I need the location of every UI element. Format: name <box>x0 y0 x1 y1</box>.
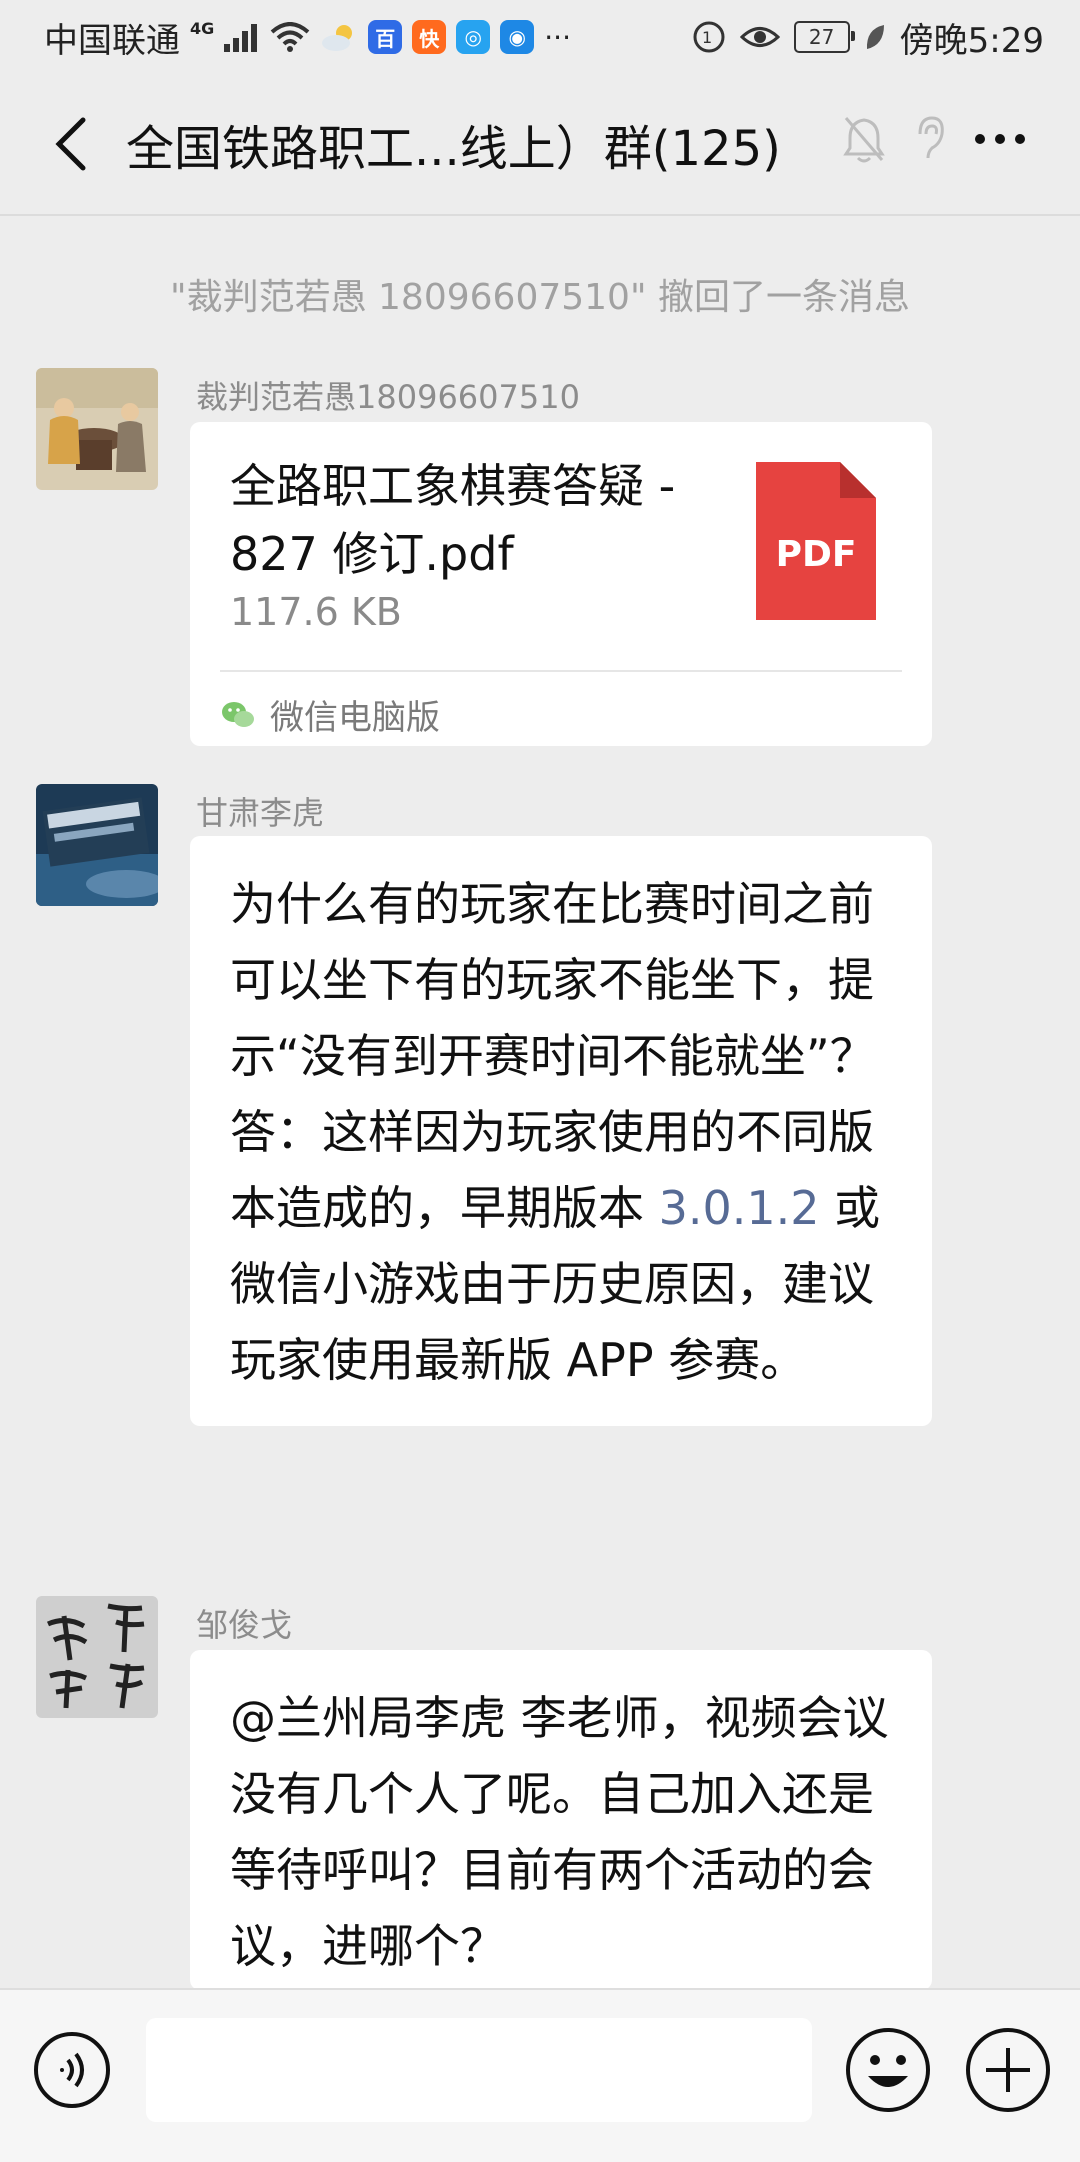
signal-icon <box>224 24 258 52</box>
plus-icon[interactable] <box>964 2026 1052 2114</box>
leaf-icon <box>866 25 884 49</box>
message-input-bar <box>0 1988 1080 2162</box>
mute-bell-icon <box>843 117 885 163</box>
text-message-bubble[interactable]: @兰州局李虎 李老师，视频会议没有几个人了呢。自己加入还是等待呼叫？目前有两个活… <box>190 1650 932 1990</box>
file-name: 全路职工象棋赛答疑 - 827 修订.pdf <box>230 459 676 581</box>
sender-name: 邹俊戈 <box>196 1606 293 1644</box>
file-message-card[interactable]: 全路职工象棋赛答疑 - 827 修订.pdf 117.6 KB PDF 微信电脑… <box>190 422 932 746</box>
back-button[interactable] <box>36 104 106 184</box>
chat-header: 全国铁路职工...线上）群(125) <box>0 74 1080 214</box>
status-bar: 中国联通 4G 百 快 ◎ ◉ ··· 1 27 傍晚5:29 <box>0 0 1080 74</box>
battery-icon: 27 <box>793 21 855 53</box>
chat-title: 全国铁路职工...线上）群(125) <box>126 121 781 177</box>
pdf-label: PDF <box>776 534 857 575</box>
file-source: 微信电脑版 <box>220 690 440 739</box>
ear-listen-icon <box>918 116 944 159</box>
baidu-app-icon: 百 <box>368 20 403 54</box>
voice-input-icon[interactable] <box>32 2030 112 2110</box>
eye-icon <box>739 27 780 47</box>
chevron-left-icon <box>55 117 86 171</box>
battery-level: 27 <box>808 25 835 49</box>
file-size: 117.6 KB <box>230 590 402 634</box>
message-text: 为什么有的玩家在比赛时间之前可以坐下有的玩家不能坐下，提示“没有到开赛时间不能就… <box>190 836 932 1426</box>
message-input[interactable] <box>146 2018 812 2122</box>
weather-cloud-icon <box>322 25 353 51</box>
sender-name: 裁判范若愚18096607510 <box>196 378 580 416</box>
svg-text:1: 1 <box>702 28 712 47</box>
emoji-icon[interactable] <box>844 2026 932 2114</box>
wifi-icon <box>270 22 310 52</box>
sender-name: 甘肃李虎 <box>196 794 325 832</box>
more-notifications-icon: ··· <box>544 20 571 54</box>
wechat-icon <box>222 701 254 727</box>
data-saver-icon: 1 <box>693 21 725 53</box>
avatar[interactable] <box>36 1596 158 1718</box>
carrier-label: 中国联通 <box>44 20 180 61</box>
header-divider <box>0 214 1080 216</box>
network-type: 4G <box>190 18 215 38</box>
app-icon-blue: ◉ <box>500 20 535 54</box>
browser-app-icon: ◎ <box>456 20 491 54</box>
more-options-icon[interactable] <box>972 129 1028 149</box>
recall-notice: "裁判范若愚 18096607510" 撤回了一条消息 <box>170 277 910 318</box>
text-message-bubble[interactable]: 为什么有的玩家在比赛时间之前可以坐下有的玩家不能坐下，提示“没有到开赛时间不能就… <box>190 836 932 1426</box>
clock: 傍晚5:29 <box>899 20 1044 61</box>
kuaishou-app-icon: 快 <box>412 20 447 54</box>
avatar[interactable] <box>36 784 158 906</box>
avatar[interactable] <box>36 368 158 490</box>
message-text: @兰州局李虎 李老师，视频会议没有几个人了呢。自己加入还是等待呼叫？目前有两个活… <box>230 1691 889 1973</box>
file-card-divider <box>220 670 902 672</box>
file-source-label: 微信电脑版 <box>270 698 440 738</box>
version-link[interactable]: 3.0.1.2 <box>659 1181 820 1235</box>
pdf-file-icon: PDF <box>756 462 876 620</box>
